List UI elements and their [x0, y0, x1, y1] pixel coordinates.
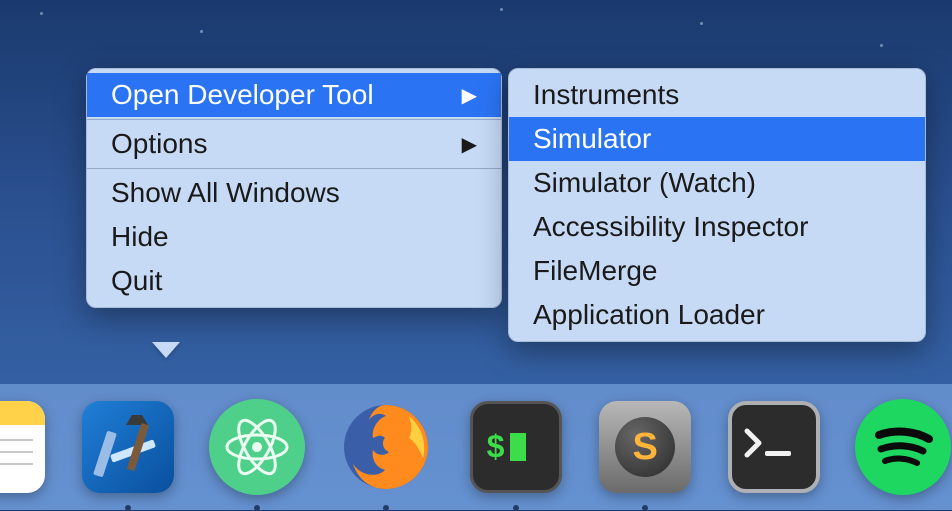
notes-icon [0, 401, 45, 493]
menu-item-label: Instruments [533, 79, 679, 111]
menu-item-quit[interactable]: Quit [87, 259, 501, 303]
menu-item-options[interactable]: Options ▶ [87, 122, 501, 166]
running-indicator [513, 505, 519, 511]
dock-app-notes[interactable] [0, 397, 47, 497]
dock-app-spotify[interactable] [855, 397, 952, 497]
submenu-item-simulator-watch[interactable]: Simulator (Watch) [509, 161, 925, 205]
running-indicator [254, 505, 260, 511]
menu-item-label: Show All Windows [111, 177, 340, 209]
svg-text:$: $ [486, 430, 505, 467]
menu-item-label: Open Developer Tool [111, 79, 374, 111]
xcode-icon [82, 401, 174, 493]
menu-item-label: Quit [111, 265, 162, 297]
menu-item-label: Simulator [533, 123, 651, 155]
dock-app-atom[interactable] [208, 397, 305, 497]
menu-item-label: Options [111, 128, 208, 160]
dock-context-menu: Open Developer Tool ▶ Options ▶ Show All… [86, 68, 502, 308]
menu-item-label: Hide [111, 221, 169, 253]
menu-item-open-developer-tool[interactable]: Open Developer Tool ▶ [87, 73, 501, 117]
developer-tool-submenu: Instruments Simulator Simulator (Watch) … [508, 68, 926, 342]
submenu-item-accessibility-inspector[interactable]: Accessibility Inspector [509, 205, 925, 249]
spotify-icon [855, 399, 951, 495]
submenu-item-instruments[interactable]: Instruments [509, 73, 925, 117]
running-indicator [125, 505, 131, 511]
menu-callout-tail [152, 342, 180, 358]
dock-app-terminal[interactable] [726, 397, 823, 497]
menu-item-show-all-windows[interactable]: Show All Windows [87, 171, 501, 215]
dock-app-firefox[interactable] [337, 397, 435, 497]
terminal-icon [728, 401, 820, 493]
submenu-item-filemerge[interactable]: FileMerge [509, 249, 925, 293]
menu-item-hide[interactable]: Hide [87, 215, 501, 259]
menu-separator [87, 119, 501, 120]
submenu-item-simulator[interactable]: Simulator [509, 117, 925, 161]
submenu-arrow-icon: ▶ [462, 83, 477, 108]
menu-item-label: Simulator (Watch) [533, 167, 756, 199]
menu-item-label: FileMerge [533, 255, 657, 287]
dock-app-iterm[interactable]: $ [467, 397, 564, 497]
dock-app-sublime-text[interactable]: S [597, 397, 694, 497]
menu-separator [87, 168, 501, 169]
menu-item-label: Accessibility Inspector [533, 211, 808, 243]
firefox-icon [337, 398, 435, 496]
menu-item-label: Application Loader [533, 299, 765, 331]
atom-icon [209, 399, 305, 495]
macos-dock: $ S [0, 384, 952, 510]
dock-app-xcode[interactable] [79, 397, 176, 497]
running-indicator [642, 505, 648, 511]
iterm-icon: $ [470, 401, 562, 493]
submenu-item-application-loader[interactable]: Application Loader [509, 293, 925, 337]
sublime-text-icon: S [599, 401, 691, 493]
running-indicator [383, 505, 389, 511]
submenu-arrow-icon: ▶ [462, 132, 477, 157]
